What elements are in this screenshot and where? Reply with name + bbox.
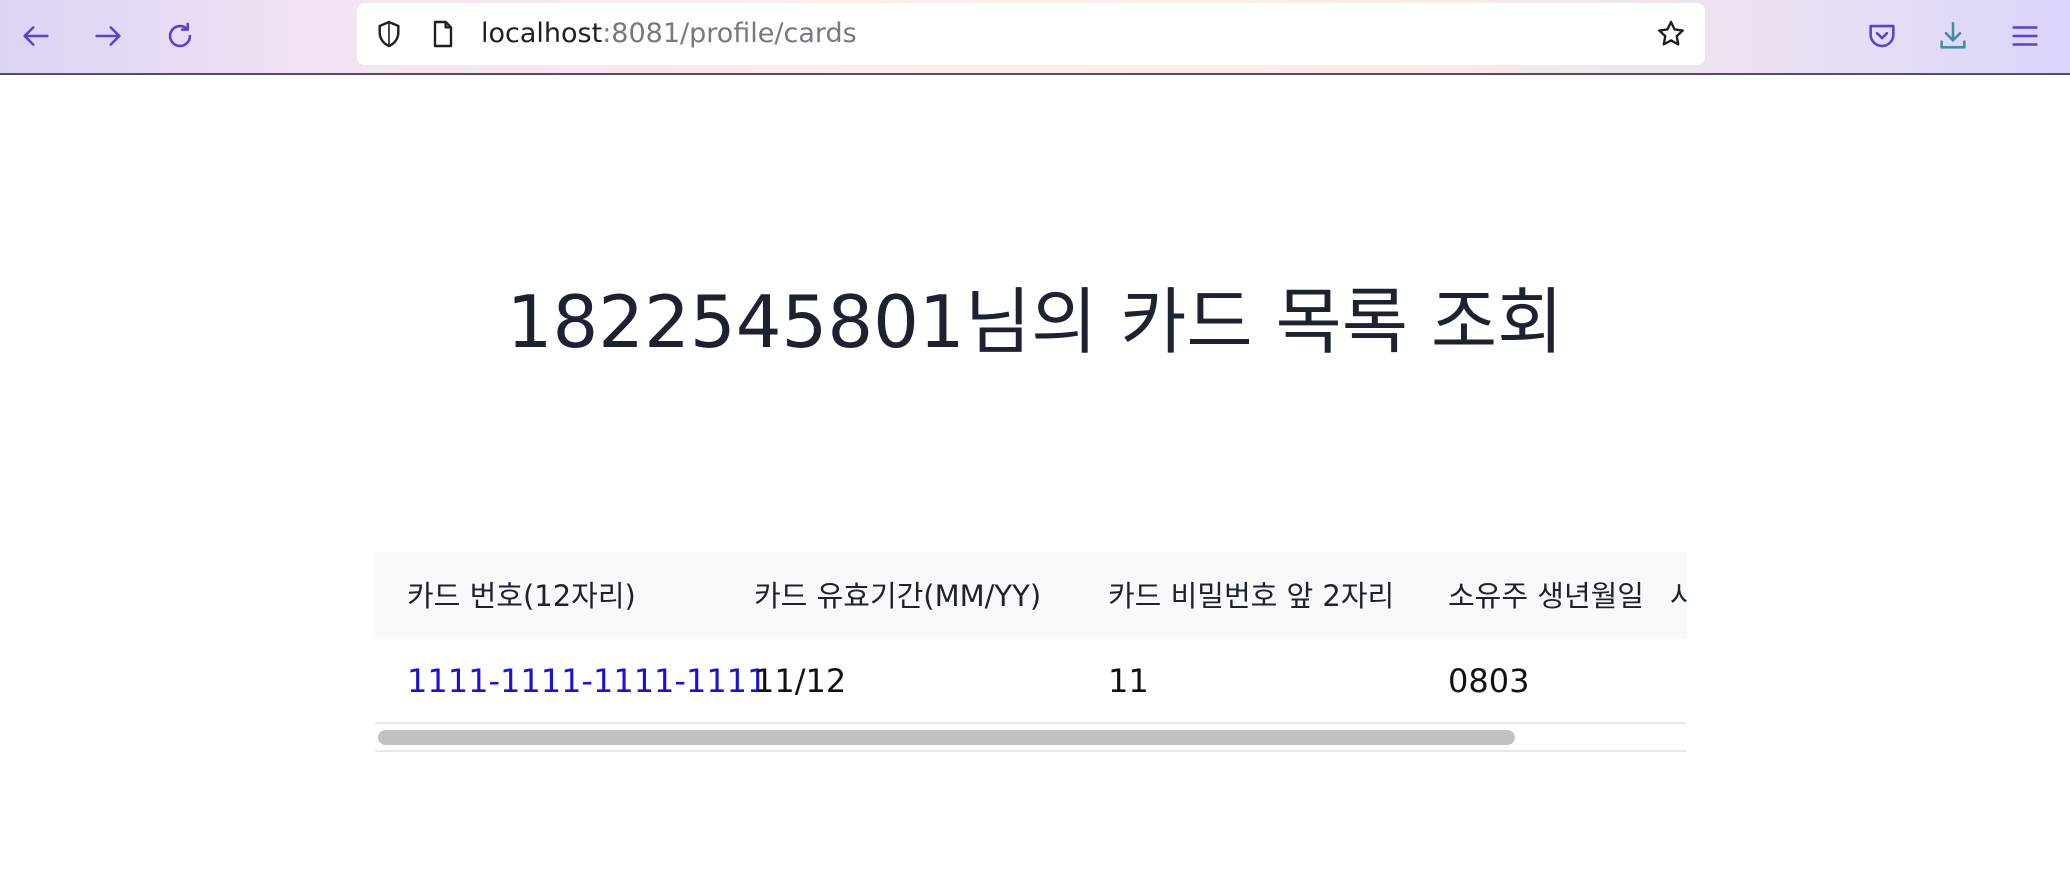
header-expiry: 카드 유효기간(MM/YY) [754,579,1042,613]
forward-button[interactable] [86,14,130,58]
downloads-button[interactable] [1931,14,1975,58]
star-icon[interactable] [1653,16,1689,52]
page-title: 1822545801님의 카드 목록 조회 [506,280,1564,364]
arrow-left-icon [23,26,49,46]
card-number-link[interactable]: 1111-1111-1111-1111 [407,662,767,700]
scrollbar-thumb[interactable] [378,730,1515,745]
back-button[interactable] [14,14,58,58]
header-pin-prefix: 카드 비밀번호 앞 2자리 [1108,579,1395,613]
url-host: localhost [481,18,603,49]
shield-icon[interactable] [371,16,407,52]
hamburger-menu-icon [2012,26,2038,46]
header-card-number: 카드 번호(12자리) [407,579,636,613]
cards-table: 카드 번호(12자리) 카드 유효기간(MM/YY) 카드 비밀번호 앞 2자리… [375,552,1687,754]
table-header-row: 카드 번호(12자리) 카드 유효기간(MM/YY) 카드 비밀번호 앞 2자리… [375,552,1687,638]
download-icon [1940,21,1966,49]
header-truncated: 사 [1670,579,1687,613]
browser-toolbar: localhost:8081/profile/cards [0,0,2070,75]
card-pin-prefix: 11 [1108,662,1149,700]
url-text[interactable]: localhost:8081/profile/cards [481,18,857,50]
page-icon[interactable] [425,16,461,52]
table-row: 1111-1111-1111-1111 11/12 11 0803 [375,638,1687,724]
header-owner-birth: 소유주 생년월일 [1448,579,1644,613]
reload-icon [168,22,192,48]
pocket-button[interactable] [1860,14,1904,58]
url-bar[interactable]: localhost:8081/profile/cards [357,3,1705,65]
card-owner-birth: 0803 [1448,662,1530,700]
url-path: :8081/profile/cards [602,18,857,49]
reload-button[interactable] [158,14,202,58]
card-expiry: 11/12 [754,662,847,700]
pocket-icon [1869,24,1895,48]
menu-button[interactable] [2003,14,2047,58]
arrow-right-icon [95,26,121,46]
horizontal-scrollbar[interactable] [375,724,1687,752]
